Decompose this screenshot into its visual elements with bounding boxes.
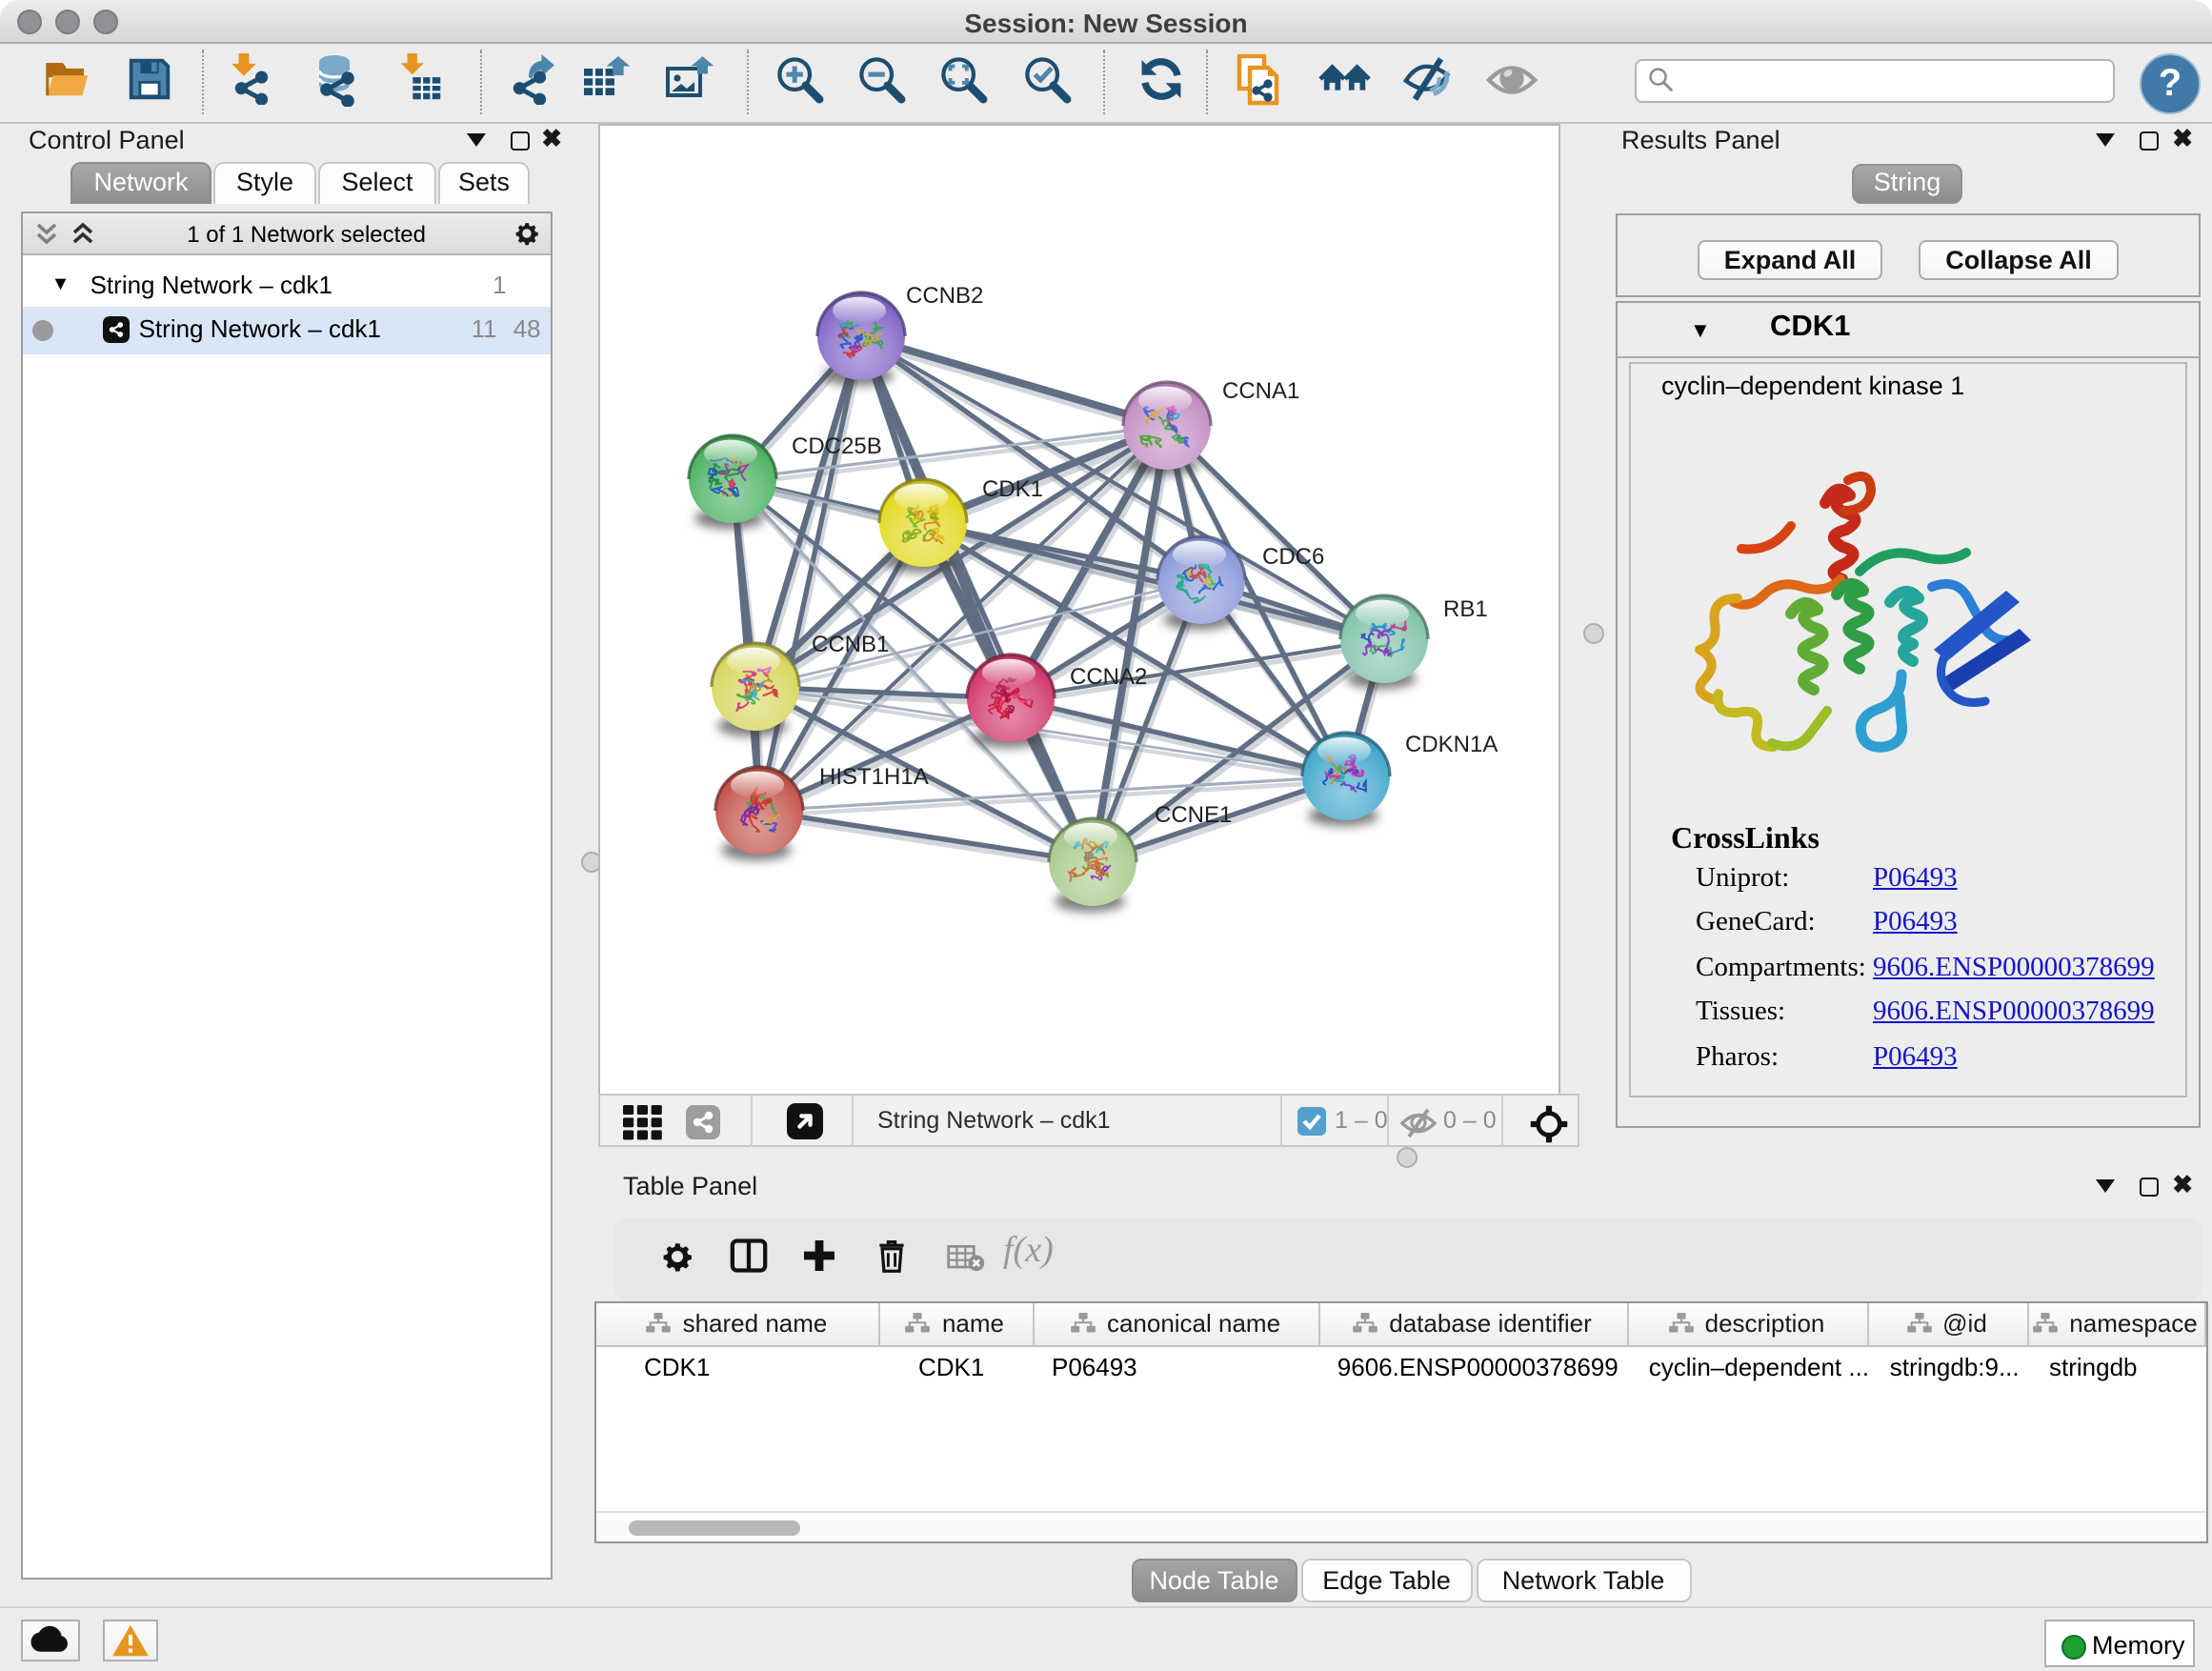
svg-text:CDC25B: CDC25B: [791, 433, 881, 458]
svg-text:CCNA1: CCNA1: [1221, 377, 1298, 403]
svg-text:CCNB2: CCNB2: [905, 282, 982, 308]
svg-text:CDK1: CDK1: [981, 475, 1042, 501]
svg-text:CCNE1: CCNE1: [1154, 801, 1231, 827]
svg-text:CCNB1: CCNB1: [811, 631, 888, 656]
svg-text:CDC6: CDC6: [1261, 543, 1323, 569]
svg-text:CCNA2: CCNA2: [1069, 663, 1146, 689]
svg-text:CDKN1A: CDKN1A: [1404, 731, 1497, 756]
svg-text:RB1: RB1: [1442, 595, 1487, 621]
svg-text:HIST1H1A: HIST1H1A: [818, 763, 928, 789]
